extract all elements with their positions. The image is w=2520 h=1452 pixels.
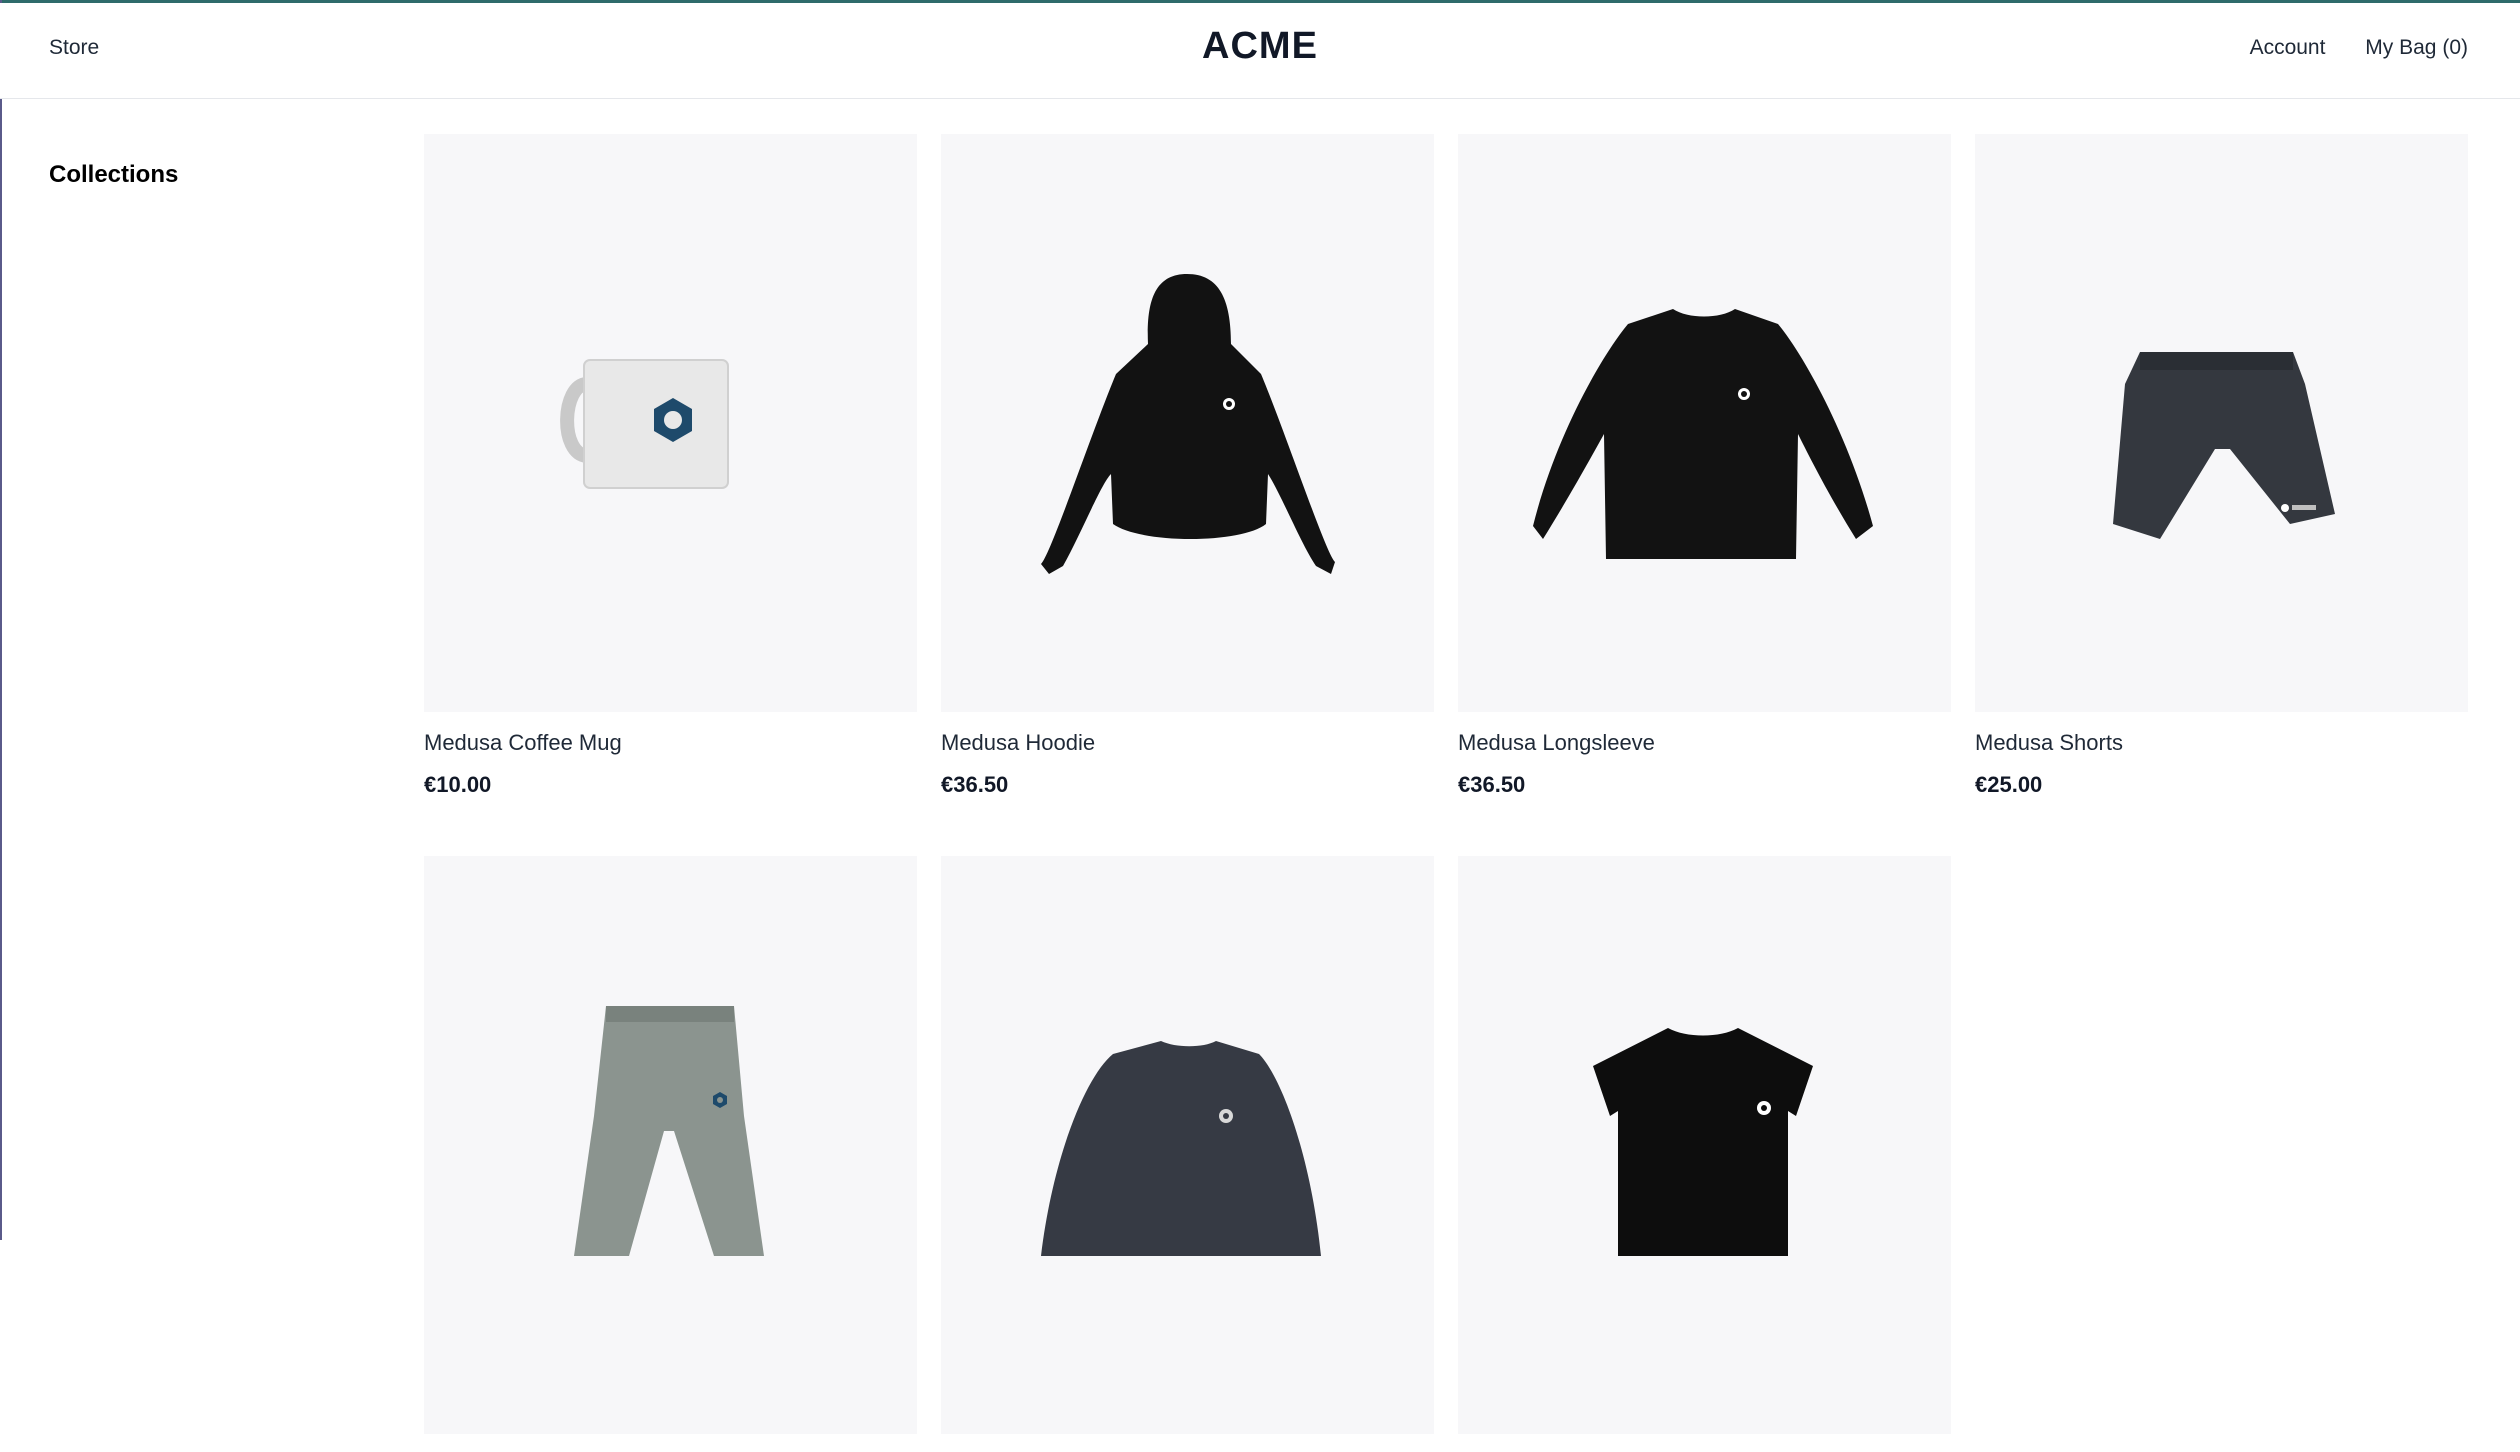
product-thumbnail[interactable] (424, 134, 917, 712)
product-card[interactable] (424, 856, 917, 1452)
sweatshirt-image (1041, 1041, 1321, 1256)
product-name[interactable]: Medusa Longsleeve (1458, 730, 1951, 756)
collections-heading: Collections (49, 161, 179, 188)
product-price: €25.00 (1975, 772, 2043, 797)
sweatpants-image (574, 1006, 764, 1256)
left-border (0, 0, 2, 1240)
product-card[interactable]: Medusa Longsleeve €36.50 (1458, 134, 1951, 798)
product-thumbnail[interactable] (1458, 856, 1951, 1434)
hoodie-image (1041, 274, 1335, 574)
product-card[interactable]: Medusa Hoodie €36.50 (941, 134, 1434, 798)
product-thumbnail[interactable] (1458, 134, 1951, 712)
product-grid: Medusa Coffee Mug €10.00 Medusa Hoodie €… (424, 134, 2470, 1452)
product-card[interactable]: Medusa Coffee Mug €10.00 (424, 134, 917, 798)
product-thumbnail[interactable] (941, 134, 1434, 712)
product-name[interactable]: Medusa Hoodie (941, 730, 1434, 756)
product-thumbnail[interactable] (1975, 134, 2468, 712)
longsleeve-image (1533, 309, 1873, 559)
product-thumbnail[interactable] (941, 856, 1434, 1434)
product-name[interactable]: Medusa Coffee Mug (424, 730, 917, 756)
product-price: €36.50 (1458, 772, 1526, 797)
product-price: €10.00 (424, 772, 492, 797)
shorts-image (2113, 352, 2335, 539)
site-logo[interactable]: ACME (0, 25, 2520, 68)
nav-bag-link[interactable]: My Bag (0) (2365, 36, 2468, 59)
mug-image (560, 359, 729, 489)
tshirt-image (1593, 1028, 1813, 1256)
product-thumbnail[interactable] (424, 856, 917, 1434)
product-price: €36.50 (941, 772, 1009, 797)
nav-account-link[interactable]: Account (2250, 36, 2326, 59)
product-name[interactable]: Medusa Shorts (1975, 730, 2468, 756)
site-header: Store ACME Account My Bag (0) (0, 3, 2520, 99)
product-card[interactable] (941, 856, 1434, 1452)
product-card[interactable]: Medusa Shorts €25.00 (1975, 134, 2468, 798)
product-card[interactable] (1458, 856, 1951, 1452)
nav-right: Account My Bag (0) (2216, 36, 2468, 60)
